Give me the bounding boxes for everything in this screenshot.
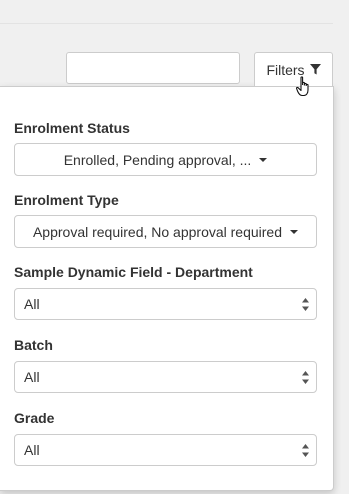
up-down-arrows-icon [302,298,309,311]
batch-label: Batch [14,337,53,353]
batch-select-value: All [24,369,40,385]
filters-button[interactable]: Filters [254,52,333,86]
caret-down-icon [290,229,299,234]
filter-funnel-icon [309,64,321,75]
caret-down-icon [259,157,268,162]
up-down-arrows-icon [302,444,309,457]
enrolment-status-multiselect[interactable]: Enrolled, Pending approval, ... [14,143,317,176]
enrolment-status-value: Enrolled, Pending approval, ... [63,151,252,168]
department-select[interactable]: All [14,288,317,320]
grade-label: Grade [14,410,55,426]
filters-panel: Enrolment Status Enrolled, Pending appro… [0,86,334,491]
hand-pointer-cursor-icon [296,76,309,97]
grade-select[interactable]: All [14,434,317,466]
search-input[interactable] [66,52,240,84]
enrolment-type-value: Approval required, No approval required [32,223,283,240]
enrolment-type-multiselect[interactable]: Approval required, No approval required [14,215,317,248]
grade-select-value: All [24,442,40,458]
batch-select[interactable]: All [14,361,317,393]
department-label: Sample Dynamic Field - Department [14,264,253,280]
header-divider [0,23,333,24]
department-select-value: All [24,296,40,312]
enrolment-type-label: Enrolment Type [14,192,119,208]
up-down-arrows-icon [302,371,309,384]
enrolment-status-label: Enrolment Status [14,120,130,136]
